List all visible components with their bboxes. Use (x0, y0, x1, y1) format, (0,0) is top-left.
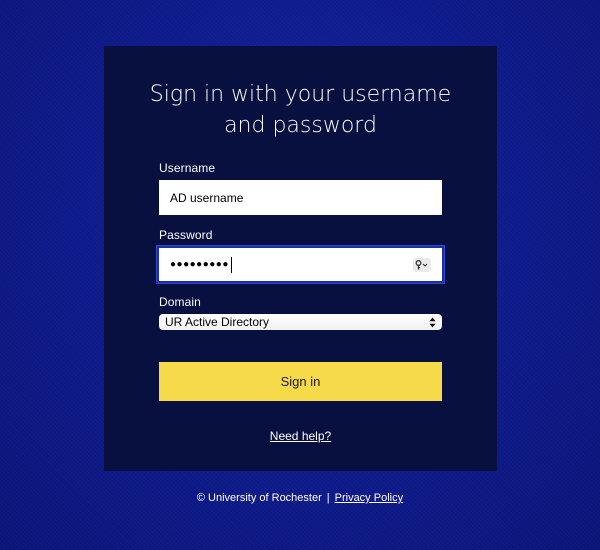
copyright-text: © University of Rochester (196, 492, 322, 504)
domain-label: Domain (159, 295, 201, 309)
need-help-link[interactable]: Need help? (270, 429, 331, 443)
password-mask: ●●●●●●●●● (170, 256, 232, 273)
password-label: Password (159, 228, 213, 242)
privacy-policy-link[interactable]: Privacy Policy (335, 492, 403, 504)
text-cursor (230, 256, 232, 273)
username-value: AD username (170, 190, 244, 205)
footer-separator: | (326, 492, 330, 504)
password-mask-text: ●●●●●●●●● (170, 259, 229, 270)
username-label: Username (159, 161, 216, 175)
title-line-1: Sign in with your username (149, 82, 452, 107)
help-row: Need help? (104, 427, 497, 445)
key-icon[interactable] (413, 257, 431, 272)
select-arrows-icon (429, 317, 436, 328)
domain-selected-value: UR Active Directory (165, 315, 270, 329)
sign-in-button[interactable]: Sign in (159, 362, 442, 401)
page-title: Sign in with your username and password (104, 79, 497, 141)
domain-select[interactable]: UR Active Directory (159, 314, 442, 330)
footer: © University of Rochester | Privacy Policy (0, 492, 600, 504)
login-panel: Sign in with your username and password … (104, 46, 497, 471)
title-line-2: and password (224, 113, 377, 138)
password-field[interactable]: ●●●●●●●●● (157, 246, 444, 283)
username-field[interactable]: AD username (159, 180, 442, 215)
